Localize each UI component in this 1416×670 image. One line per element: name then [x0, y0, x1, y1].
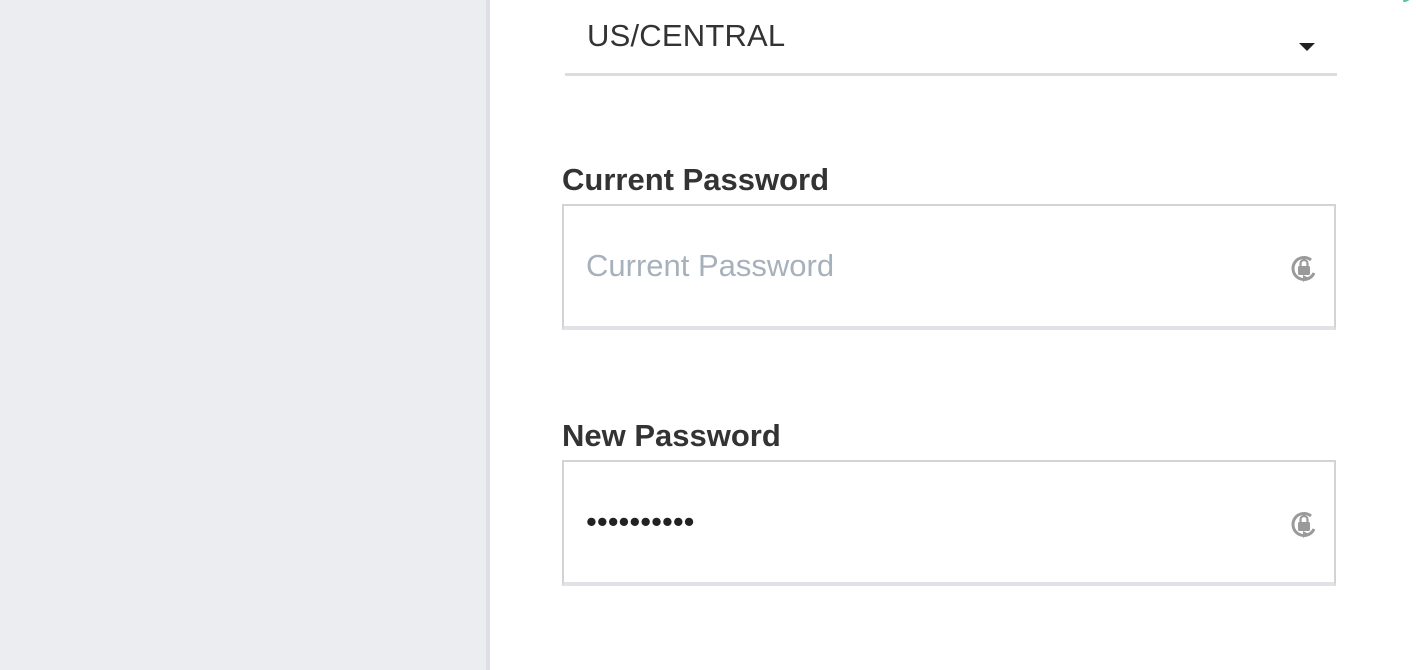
lock-refresh-icon[interactable]	[1289, 252, 1319, 286]
current-password-placeholder: Current Password	[586, 248, 835, 283]
new-password-masked-value: ••••••••••	[586, 504, 695, 539]
new-password-field[interactable]: ••••••••••	[562, 460, 1336, 586]
timezone-select[interactable]: US/CENTRAL	[565, 0, 1337, 76]
new-password-label: New Password	[562, 418, 781, 453]
settings-form: US/CENTRAL Current Password Current Pass…	[490, 0, 1416, 670]
caret-down-icon[interactable]	[1299, 43, 1315, 51]
current-password-label: Current Password	[562, 162, 830, 197]
current-password-field[interactable]: Current Password	[562, 204, 1336, 330]
timezone-selected-value: US/CENTRAL	[587, 18, 786, 53]
sidebar	[0, 0, 486, 670]
accent-ring-icon	[1403, 0, 1412, 2]
lock-refresh-icon[interactable]	[1289, 508, 1319, 542]
